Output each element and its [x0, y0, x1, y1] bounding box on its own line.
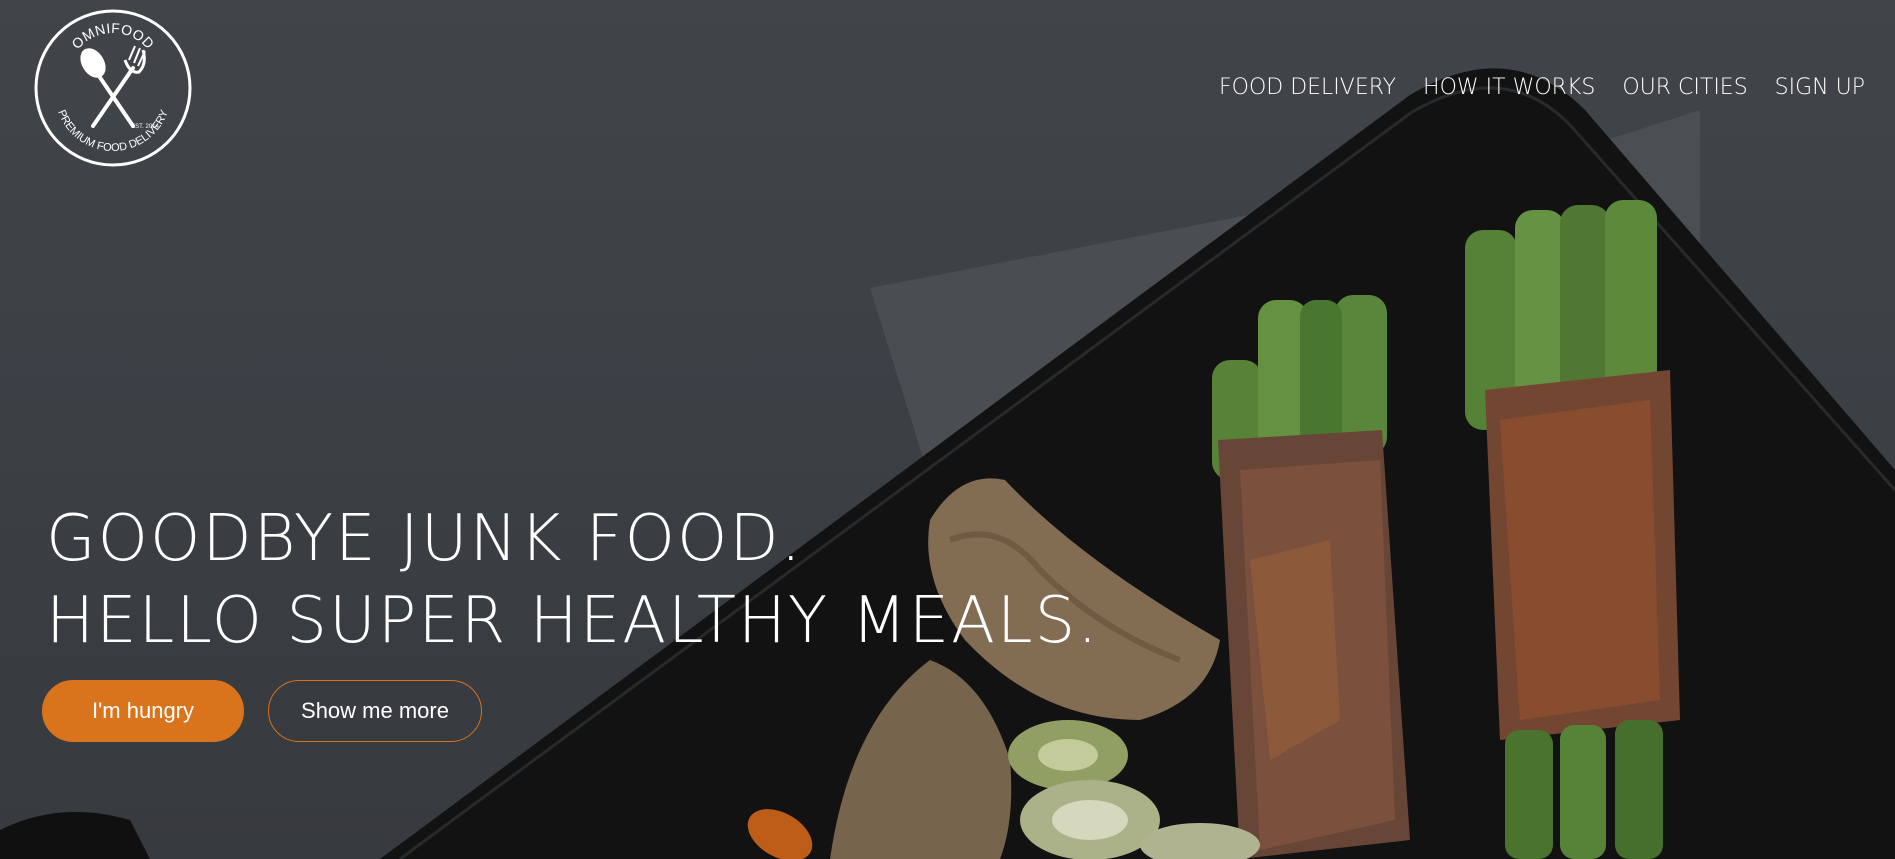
hero-headline: GOODBYE JUNK FOOD. HELLO SUPER HEALTHY M… — [46, 498, 1100, 662]
spoon-icon — [80, 48, 135, 128]
show-me-more-button[interactable]: Show me more — [268, 680, 482, 742]
headline-line-2: HELLO SUPER HEALTHY MEALS. — [46, 584, 1100, 658]
nav-item-sign-up[interactable]: SIGN UP — [1775, 74, 1865, 104]
headline-line-1: GOODBYE JUNK FOOD. — [46, 502, 803, 576]
main-nav: FOOD DELIVERY HOW IT WORKS OUR CITIES SI… — [1192, 74, 1865, 104]
nav-item-how-it-works[interactable]: HOW IT WORKS — [1423, 74, 1595, 104]
nav-item-food-delivery[interactable]: FOOD DELIVERY — [1219, 74, 1396, 104]
svg-text:PREMIUM FOOD DELIVERY: PREMIUM FOOD DELIVERY — [55, 108, 171, 155]
nav-item-our-cities[interactable]: OUR CITIES — [1622, 74, 1747, 104]
hero-section: OMNIFOOD EST. 2014 PREMIUM FOOD DELIVERY… — [0, 0, 1895, 859]
svg-text:OMNIFOOD: OMNIFOOD — [68, 20, 157, 52]
logo-top-text: OMNIFOOD — [68, 20, 157, 52]
omnifood-logo[interactable]: OMNIFOOD EST. 2014 PREMIUM FOOD DELIVERY — [33, 8, 193, 168]
im-hungry-button[interactable]: I'm hungry — [42, 680, 244, 742]
logo-bottom-text: PREMIUM FOOD DELIVERY — [55, 108, 171, 155]
